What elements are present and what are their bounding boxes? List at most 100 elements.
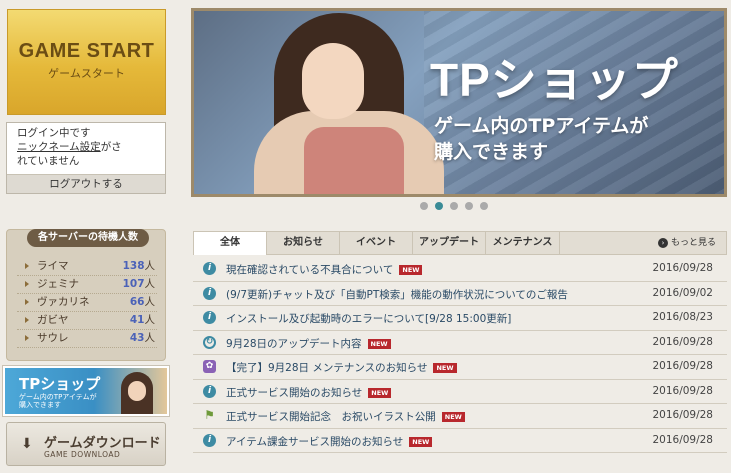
news-date: 2016/09/28	[652, 433, 713, 446]
refresh-icon: ↻	[203, 335, 216, 349]
carousel-dot[interactable]	[420, 202, 428, 210]
news-title[interactable]: 現在確認されている不具合について NEW	[226, 262, 423, 277]
server-count-value: 43	[129, 332, 145, 344]
carousel-dot[interactable]	[465, 202, 473, 210]
news-date: 2016/09/28	[652, 384, 713, 397]
banner-subtitle-1: ゲーム内のTPアイテムが	[434, 115, 649, 137]
gear-icon: ✿	[203, 360, 216, 373]
news-date: 2016/09/28	[652, 409, 713, 421]
game-download-button[interactable]: ⬇ ゲームダウンロード GAME DOWNLOAD	[6, 422, 166, 466]
character-face-illustration	[128, 381, 146, 401]
character-face-illustration	[302, 43, 364, 119]
game-start-sublabel: ゲームスタート	[48, 67, 125, 80]
server-list: ライマ 138人 ジェミナ 107人 ヴァカリネ 66人 ガビヤ 41人 サウレ 43人	[17, 258, 157, 348]
server-name: ガビヤ	[37, 314, 69, 326]
tp-shop-banner-small[interactable]: TPショップ ゲーム内のTPアイテムが 購入できます	[2, 365, 170, 417]
server-count-unit: 人	[144, 278, 156, 290]
server-count-value: 138	[122, 260, 145, 272]
server-name: サウレ	[37, 332, 69, 344]
server-count-unit: 人	[144, 314, 156, 326]
bullet-icon	[25, 281, 29, 287]
news-title[interactable]: 正式サービス開始記念 お祝いイラスト公開 NEW	[226, 409, 465, 424]
news-title-text: 【完了】9月28日 メンテナンスのお知らせ	[226, 362, 428, 374]
banner-subtitle-2: 購入できます	[434, 141, 549, 163]
news-title[interactable]: アイテム課金サービス開始のお知らせ NEW	[226, 434, 433, 449]
news-item[interactable]: i アイテム課金サービス開始のお知らせ NEW 2016/09/28	[193, 429, 727, 453]
logout-button[interactable]: ログアウトする	[7, 174, 165, 193]
server-count: 41人	[130, 312, 155, 329]
news-title[interactable]: 正式サービス開始のお知らせ NEW	[226, 385, 392, 400]
server-count-value: 41	[129, 314, 145, 326]
server-row: ガビヤ 41人	[17, 312, 157, 330]
more-link-label: もっと見る	[670, 238, 716, 248]
news-title[interactable]: 9月28日のアップデート内容 NEW	[226, 336, 391, 351]
info-icon: i	[203, 433, 216, 447]
news-tab-bar: › もっと見る 全体 お知らせ イベント アップデート メンテナンス	[193, 231, 727, 255]
login-note-text-2: れていません	[17, 155, 80, 167]
news-title[interactable]: 【完了】9月28日 メンテナンスのお知らせ NEW	[226, 360, 457, 375]
login-status-box: ログイン中です ニックネーム設定がさ れていません ログアウトする	[6, 122, 166, 194]
news-title-text: アイテム課金サービス開始のお知らせ	[226, 435, 404, 448]
server-name: ジェミナ	[37, 278, 79, 290]
more-link[interactable]: › もっと見る	[657, 232, 716, 254]
news-tab[interactable]: メンテナンス	[486, 232, 560, 254]
news-tab[interactable]: お知らせ	[267, 232, 340, 254]
server-count: 43人	[130, 330, 155, 347]
news-item[interactable]: ✿ 【完了】9月28日 メンテナンスのお知らせ NEW 2016/09/28	[193, 355, 727, 380]
server-name: ライマ	[37, 260, 69, 272]
news-title-text: インストール及び起動時のエラーについて[9/28 15:00更新]	[226, 313, 512, 325]
server-queue-panel: 各サーバーの待機人数 ライマ 138人 ジェミナ 107人 ヴァカリネ 66人 ガビヤ 41人…	[6, 229, 166, 361]
bullet-icon	[25, 299, 29, 305]
server-count-unit: 人	[144, 296, 156, 308]
banner-title: TPショップ	[430, 54, 679, 106]
carousel-dot[interactable]	[450, 202, 458, 210]
news-tab[interactable]: アップデート	[413, 232, 486, 254]
tp-shop-small-line1: ゲーム内のTPアイテムが	[19, 393, 97, 401]
news-item[interactable]: i (9/7更新)チャット及び「自動PT検索」機能の動作状況についてのご報告 201…	[193, 282, 727, 306]
nickname-settings-link[interactable]: ニックネーム設定	[17, 141, 101, 153]
tp-shop-small-line2: 購入できます	[19, 401, 61, 409]
carousel-dot[interactable]	[435, 202, 443, 210]
bullet-icon	[25, 317, 29, 323]
server-row: サウレ 43人	[17, 330, 157, 348]
news-date: 2016/09/28	[652, 262, 713, 274]
server-count-value: 66	[129, 296, 145, 308]
server-count-value: 107	[122, 278, 145, 290]
info-icon: i	[203, 286, 216, 300]
news-title[interactable]: (9/7更新)チャット及び「自動PT検索」機能の動作状況についてのご報告	[226, 287, 568, 302]
news-date: 2016/09/02	[652, 286, 713, 299]
info-icon: i	[203, 311, 216, 324]
news-item[interactable]: ↻ 9月28日のアップデート内容 NEW 2016/09/28	[193, 331, 727, 355]
login-note-text: がさ	[100, 141, 122, 153]
server-queue-title: 各サーバーの待機人数	[27, 229, 149, 247]
server-row: ヴァカリネ 66人	[17, 294, 157, 312]
news-item[interactable]: i インストール及び起動時のエラーについて[9/28 15:00更新] 2016/0…	[193, 306, 727, 331]
login-status-text: ログイン中です	[17, 127, 91, 139]
new-badge: NEW	[399, 265, 423, 275]
game-start-label: GAME START	[18, 40, 155, 62]
news-title[interactable]: インストール及び起動時のエラーについて[9/28 15:00更新]	[226, 311, 511, 326]
info-icon: i	[203, 384, 216, 398]
server-name: ヴァカリネ	[37, 296, 90, 308]
chevron-right-icon: ›	[657, 237, 668, 248]
news-item[interactable]: i 正式サービス開始のお知らせ NEW 2016/09/28	[193, 380, 727, 404]
download-sublabel: GAME DOWNLOAD	[44, 450, 121, 459]
server-row: ライマ 138人	[17, 258, 157, 276]
main-banner[interactable]: TPショップ ゲーム内のTPアイテムが 購入できます	[191, 8, 727, 197]
info-icon: i	[203, 262, 216, 275]
character-dress-illustration	[304, 127, 404, 194]
new-badge: NEW	[409, 436, 433, 447]
flag-icon: ⚑	[204, 408, 215, 422]
news-tab[interactable]: 全体	[194, 232, 267, 255]
server-count: 66人	[130, 294, 155, 311]
new-badge: NEW	[433, 363, 457, 373]
news-tab[interactable]: イベント	[340, 232, 413, 254]
tp-shop-small-title: TPショップ	[19, 375, 101, 393]
game-start-button[interactable]: GAME START ゲームスタート	[7, 9, 166, 115]
news-title-text: 9月28日のアップデート内容	[226, 337, 362, 350]
server-count: 138人	[123, 258, 155, 275]
carousel-dot[interactable]	[480, 202, 488, 210]
new-badge: NEW	[441, 412, 465, 422]
news-item[interactable]: ⚑ 正式サービス開始記念 お祝いイラスト公開 NEW 2016/09/28	[193, 404, 727, 429]
news-item[interactable]: i 現在確認されている不具合について NEW 2016/09/28	[193, 257, 727, 282]
